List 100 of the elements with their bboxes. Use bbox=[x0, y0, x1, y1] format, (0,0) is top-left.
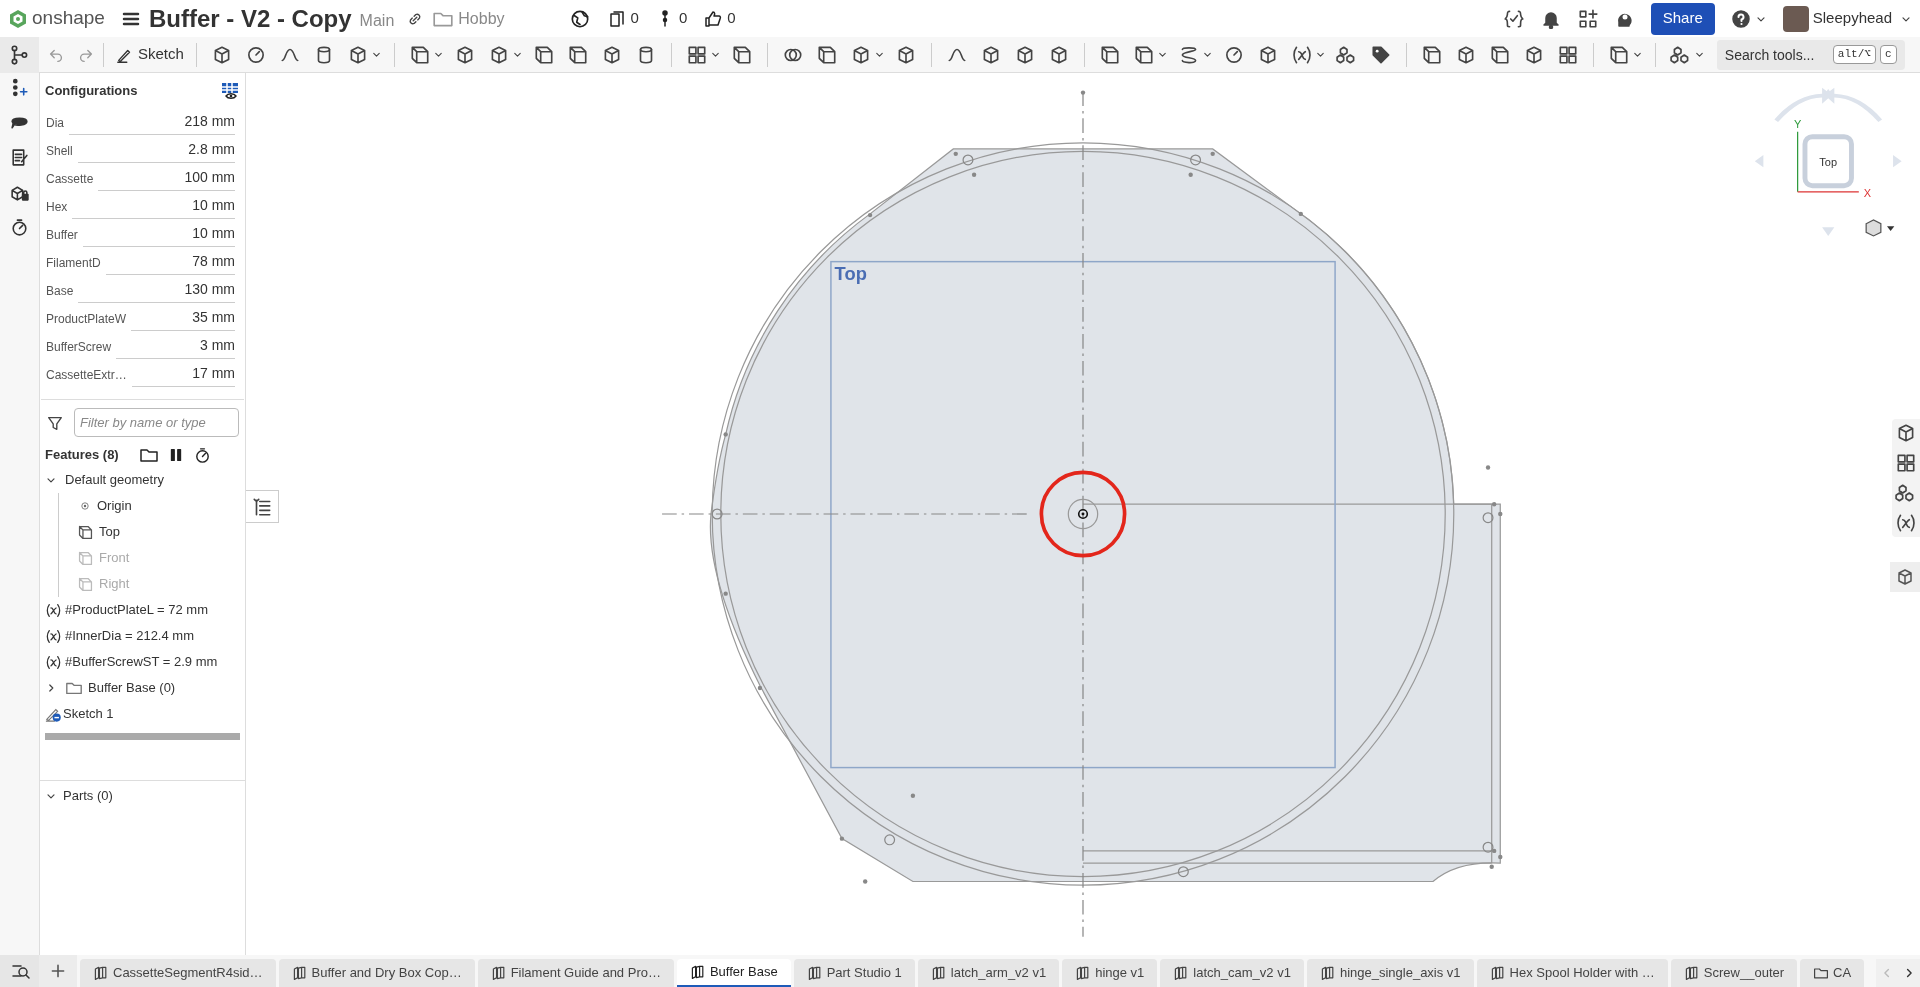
variable-view-button[interactable] bbox=[1895, 512, 1917, 534]
tree-item[interactable]: #InnerDia = 212.4 mm bbox=[65, 626, 194, 646]
config-value-field[interactable]: 218 mm bbox=[69, 111, 235, 135]
sketch-point-marker bbox=[1190, 154, 1202, 166]
avatar[interactable] bbox=[1782, 5, 1809, 32]
sketch-point-marker bbox=[1177, 866, 1189, 878]
variable-check-icon[interactable] bbox=[1502, 7, 1525, 30]
cube-icon bbox=[1895, 567, 1915, 587]
plane-button[interactable] bbox=[815, 43, 838, 66]
filter-field[interactable]: Filter by name or type bbox=[74, 408, 239, 437]
logo-text: onshape bbox=[32, 6, 105, 31]
table-view-icon[interactable] bbox=[220, 81, 240, 101]
apps-icon[interactable] bbox=[1576, 7, 1599, 30]
help-icon[interactable] bbox=[1730, 8, 1751, 29]
tree-item[interactable]: Buffer Base (0) bbox=[88, 678, 176, 698]
add-tab-button[interactable] bbox=[39, 955, 77, 987]
tree-item[interactable]: Default geometry bbox=[65, 470, 164, 490]
notes-button[interactable] bbox=[9, 147, 30, 168]
plane-icon bbox=[77, 575, 94, 593]
config-label: Dia bbox=[46, 115, 64, 132]
search-tools-box[interactable]: Search tools... alt/⌥ c bbox=[1716, 39, 1905, 70]
plane-button[interactable] bbox=[730, 43, 753, 66]
config-value-field[interactable]: 100 mm bbox=[98, 167, 235, 191]
variable-button[interactable] bbox=[1290, 43, 1313, 66]
config-value-field[interactable]: 3 mm bbox=[116, 335, 235, 359]
panel-title: Configurations bbox=[45, 82, 138, 101]
plane-button[interactable] bbox=[1488, 43, 1511, 66]
plane-button[interactable] bbox=[1607, 43, 1630, 66]
tree-item[interactable]: Origin bbox=[97, 496, 132, 516]
panel-toggle-button[interactable] bbox=[246, 490, 279, 523]
sketch-point-marker bbox=[711, 508, 723, 520]
plane-button[interactable] bbox=[1098, 43, 1121, 66]
view-cube[interactable]: Top bbox=[1802, 134, 1854, 189]
document-tab[interactable]: Part Studio 1 bbox=[793, 959, 915, 987]
plane-button[interactable] bbox=[532, 43, 555, 66]
branch-label[interactable]: Main bbox=[359, 8, 395, 33]
view-options-icon[interactable] bbox=[1865, 219, 1895, 237]
part-studio-icon bbox=[93, 965, 109, 981]
plane-button[interactable] bbox=[566, 43, 589, 66]
part-studio-icon bbox=[1319, 965, 1336, 981]
plane-icon bbox=[408, 43, 431, 66]
document-tab[interactable]: CassetteSegmentR4sid… bbox=[80, 959, 276, 987]
variable-icon bbox=[1895, 512, 1917, 534]
config-value-field[interactable]: 2.8 mm bbox=[77, 139, 235, 163]
feature-tree-button[interactable] bbox=[0, 36, 39, 73]
sketch-point-marker bbox=[1482, 512, 1494, 524]
config-value-field[interactable]: 130 mm bbox=[78, 279, 235, 303]
document-tab[interactable]: latch_arm_v2 v1 bbox=[917, 959, 1060, 987]
stopwatch-icon bbox=[9, 217, 30, 238]
part-studio-icon bbox=[689, 964, 706, 980]
sketch-point bbox=[839, 836, 845, 841]
document-tab[interactable]: latch_cam_v2 v1 bbox=[1160, 959, 1304, 987]
tree-item[interactable]: Top bbox=[99, 522, 120, 542]
document-tab[interactable]: Hex Spool Holder with … bbox=[1476, 959, 1668, 987]
plane-icon bbox=[566, 43, 589, 66]
tree-item[interactable]: #BufferScrewST = 2.9 mm bbox=[65, 652, 218, 672]
tree-item[interactable]: Sketch 1 bbox=[63, 704, 114, 724]
config-value-field[interactable]: 10 mm bbox=[82, 223, 235, 247]
sketch-point-marker bbox=[884, 834, 896, 846]
config-label: Base bbox=[46, 283, 74, 300]
view-cube-button[interactable] bbox=[1890, 562, 1920, 592]
config-value-field[interactable]: 17 mm bbox=[131, 363, 235, 387]
part-studio-icon bbox=[930, 965, 947, 981]
plane-icon bbox=[1098, 43, 1121, 66]
config-value-field[interactable]: 35 mm bbox=[131, 307, 235, 331]
grid-button[interactable] bbox=[685, 43, 708, 66]
part-studio-icon bbox=[1683, 965, 1700, 981]
document-tab[interactable]: Filament Guide and Pro… bbox=[477, 959, 674, 987]
plane-button[interactable] bbox=[1420, 43, 1443, 66]
document-title[interactable]: Buffer - V2 - Copy bbox=[148, 0, 352, 37]
plane-button[interactable] bbox=[408, 43, 431, 66]
folder-label[interactable]: Hobby bbox=[458, 6, 505, 31]
plus-icon bbox=[50, 963, 66, 979]
features-title: Features (8) bbox=[45, 446, 119, 465]
plane-icon bbox=[1488, 43, 1511, 66]
thumbs-up-icon[interactable] bbox=[703, 8, 724, 29]
tree-item[interactable]: #ProductPlateL = 72 mm bbox=[65, 600, 208, 620]
search-view-button[interactable] bbox=[0, 955, 39, 987]
grid-button[interactable] bbox=[1556, 43, 1579, 66]
document-tab[interactable]: hinge_single_axis v1 bbox=[1306, 959, 1474, 987]
stopwatch-button[interactable] bbox=[9, 217, 30, 238]
shortcut-key: c bbox=[1879, 45, 1897, 64]
document-tab[interactable]: Buffer and Dry Box Cop… bbox=[278, 959, 475, 987]
config-label: FilamentD bbox=[46, 255, 101, 272]
document-tab[interactable]: Buffer Base bbox=[676, 959, 791, 987]
document-tab[interactable]: Screw__outer bbox=[1670, 959, 1798, 987]
config-value-field[interactable]: 10 mm bbox=[72, 195, 235, 219]
count-label: 0 bbox=[678, 8, 688, 29]
document-tab[interactable]: CA bbox=[1800, 959, 1865, 987]
config-value-field[interactable]: 78 mm bbox=[105, 251, 235, 275]
document-tab[interactable]: hinge v1 bbox=[1062, 959, 1158, 987]
user-name[interactable]: Sleepyhead bbox=[1812, 7, 1892, 30]
parts-title[interactable]: Parts (0) bbox=[63, 786, 113, 806]
share-button[interactable]: Share bbox=[1650, 2, 1715, 35]
tag-button[interactable] bbox=[1369, 43, 1392, 66]
grid-cube-button[interactable] bbox=[1895, 452, 1917, 474]
plane-button[interactable] bbox=[1132, 43, 1155, 66]
sketch-button[interactable]: Sketch bbox=[112, 43, 188, 66]
config-label: Buffer bbox=[46, 227, 78, 244]
sketch-point-marker bbox=[962, 154, 974, 166]
